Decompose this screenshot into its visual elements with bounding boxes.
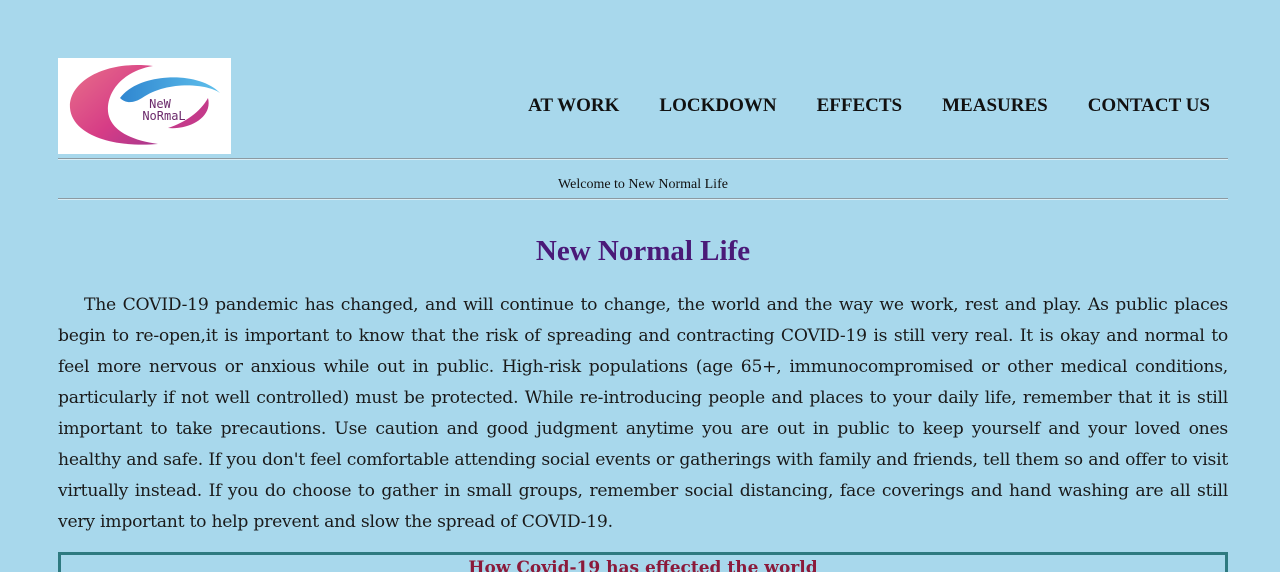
- page-title: New Normal Life: [535, 235, 751, 267]
- effects-section-title: How Covid-19 has effected the world: [468, 558, 818, 572]
- effects-section-box: How Covid-19 has effected the world: [58, 552, 1228, 572]
- welcome-marquee: Welcome to New Normal Life: [558, 177, 728, 192]
- intro-paragraph: The COVID-19 pandemic has changed, and w…: [58, 295, 1228, 532]
- new-normal-logo-icon: NeW NoRmaL: [69, 65, 220, 145]
- divider-top: [58, 158, 1228, 160]
- nav-item-contact-us[interactable]: CONTACT US: [1088, 95, 1210, 119]
- divider-bottom: [58, 198, 1228, 200]
- page: NeW NoRmaL AT WORK LOCKDOWN EFFECTS MEAS…: [0, 0, 1280, 572]
- nav-item-at-work[interactable]: AT WORK: [528, 95, 619, 119]
- site-logo[interactable]: NeW NoRmaL: [58, 58, 231, 154]
- main-nav: AT WORK LOCKDOWN EFFECTS MEASURES CONTAC…: [480, 95, 1210, 119]
- nav-item-lockdown[interactable]: LOCKDOWN: [659, 95, 776, 119]
- nav-item-effects[interactable]: EFFECTS: [817, 95, 903, 119]
- nav-item-measures[interactable]: MEASURES: [942, 95, 1048, 119]
- logo-text-line2: NoRmaL: [142, 109, 185, 123]
